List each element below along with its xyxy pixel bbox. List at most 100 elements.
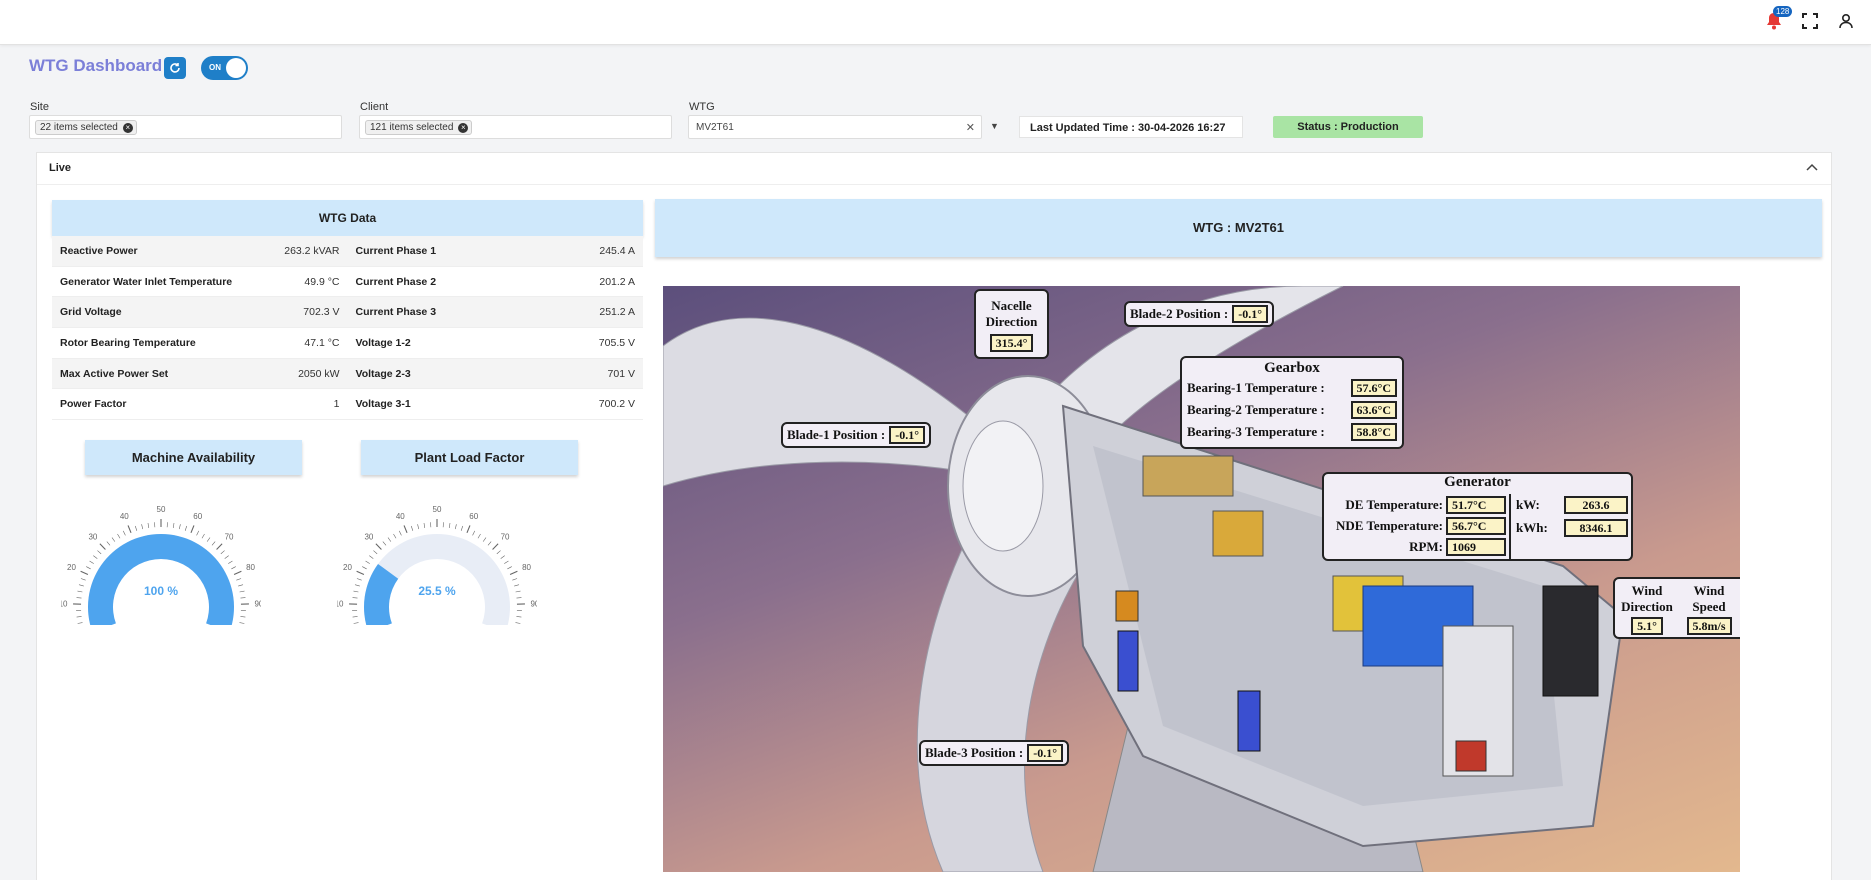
status-badge: Status : Production xyxy=(1273,116,1423,138)
client-chip[interactable]: 121 items selected × xyxy=(365,120,473,135)
gauge-tick xyxy=(398,530,402,536)
gearbox-label: Bearing-2 Temperature : xyxy=(1187,402,1325,417)
site-chip-remove-icon[interactable]: × xyxy=(122,123,133,133)
client-label: Client xyxy=(360,101,389,113)
gearbox-label: Bearing-1 Temperature : xyxy=(1187,380,1325,395)
gauge-tick xyxy=(353,622,359,624)
machine-availability-gauge: 0102030405060708090100 xyxy=(61,505,261,625)
gearbox-title: Gearbox xyxy=(1264,360,1320,376)
gauge-tick xyxy=(224,555,229,559)
blade-1-value: -0.1° xyxy=(889,426,926,444)
page-title: WTG Dashboard xyxy=(29,56,163,75)
client-select[interactable]: 121 items selected × xyxy=(359,115,672,139)
gearbox-value: 63.6°C xyxy=(1350,401,1397,419)
wind-speed-label-2: Speed xyxy=(1692,599,1726,614)
gauge-tick xyxy=(141,524,144,530)
gauge-tick xyxy=(411,525,414,531)
param-value: 701 V xyxy=(607,367,635,380)
wtg-select[interactable]: MV2T61 ✕ xyxy=(688,115,982,139)
gauge-tick xyxy=(482,537,487,542)
table-row: Generator Water Inlet Temperature 49.9 °C… xyxy=(52,267,643,298)
param-name: Voltage 1-2 xyxy=(355,336,411,349)
gauge-tick xyxy=(220,550,225,555)
gearbox-value: 57.6°C xyxy=(1350,379,1397,397)
site-label: Site xyxy=(30,101,49,113)
gauge-tick-label: 80 xyxy=(246,563,255,572)
gauge-tick-label: 50 xyxy=(157,505,166,514)
plant-load-factor-gauge: 0102030405060708090100 xyxy=(337,505,537,625)
site-chip[interactable]: 22 items selected × xyxy=(35,120,137,135)
blade-2-value: -0.1° xyxy=(1232,305,1269,323)
gauge-tick xyxy=(454,524,457,530)
gauge-tick-label: 40 xyxy=(120,512,129,521)
wtg-view-header: WTG : MV2T61 xyxy=(655,199,1822,257)
generator-box: Generator DE Temperature: 51.7°C NDE Temp… xyxy=(1322,472,1633,561)
generator-divider xyxy=(1509,494,1511,561)
client-chip-remove-icon[interactable]: × xyxy=(458,123,469,133)
gauge-tick xyxy=(190,525,195,534)
gauge-tick-label: 90 xyxy=(254,600,261,609)
gauge-tick xyxy=(77,622,83,624)
wtg-select-value: MV2T61 xyxy=(696,122,734,133)
fullscreen-icon[interactable] xyxy=(1799,10,1821,32)
user-icon[interactable] xyxy=(1835,10,1857,32)
gauge-tick xyxy=(515,622,521,624)
gauge-tick xyxy=(448,522,451,528)
notification-bell-icon[interactable]: 128 xyxy=(1763,6,1793,32)
gauge-tick-label: 70 xyxy=(501,533,510,542)
gauge-tick xyxy=(500,555,505,559)
gauge-tick xyxy=(509,570,518,575)
gauge-tick xyxy=(369,555,374,559)
table-row: Grid Voltage 702.3 V Current Phase 3 251.2… xyxy=(52,297,643,329)
live-toggle[interactable]: ON xyxy=(201,56,248,80)
generator-value: 51.7°C xyxy=(1446,496,1506,514)
nacelle-direction-box: Nacelle Direction 315.4° xyxy=(974,289,1049,359)
gauge-tick xyxy=(206,537,211,542)
wind-speed-label-1: Wind xyxy=(1693,583,1725,598)
wind-speed-value: 5.8m/s xyxy=(1686,617,1732,635)
gauge-tick xyxy=(477,533,481,539)
gauge-tick xyxy=(504,560,509,564)
gauge-tick xyxy=(352,616,358,618)
gauge-tick xyxy=(106,541,111,546)
nacelle-label-line1: Nacelle xyxy=(991,298,1032,313)
generator-label: kWh: xyxy=(1516,520,1548,535)
wtg-clear-icon[interactable]: ✕ xyxy=(966,121,975,134)
gauge-tick xyxy=(147,522,150,528)
notification-count-badge: 128 xyxy=(1773,6,1793,17)
refresh-button[interactable] xyxy=(164,57,186,79)
machine-availability-value: 100 % xyxy=(143,584,179,598)
wtg-label: WTG xyxy=(689,101,715,113)
param-name: Rotor Bearing Temperature xyxy=(60,336,196,349)
gauge-tick xyxy=(373,550,378,555)
chevron-up-icon[interactable] xyxy=(1805,161,1819,175)
param-name: Grid Voltage xyxy=(60,306,122,319)
gauge-tick xyxy=(80,578,86,581)
generator-label: NDE Temperature: xyxy=(1335,518,1443,533)
gauge-tick xyxy=(507,566,512,570)
param-name: Voltage 2-3 xyxy=(355,367,411,380)
gauge-tick xyxy=(111,537,116,542)
param-value: 245.4 A xyxy=(599,244,635,257)
gearbox-box: Gearbox Bearing-1 Temperature : 57.6°C B… xyxy=(1180,356,1404,449)
site-select[interactable]: 22 items selected × xyxy=(29,115,342,139)
gauge-tick xyxy=(211,541,216,546)
gauge-tick-label: 30 xyxy=(364,533,373,542)
param-name: Current Phase 3 xyxy=(355,306,437,319)
wtg-dropdown-caret-icon[interactable]: ▼ xyxy=(990,121,999,131)
gauge-tick xyxy=(122,530,126,536)
gauge-tick xyxy=(492,543,499,550)
gauge-tick-label: 20 xyxy=(67,563,76,572)
blade-3-value: -0.1° xyxy=(1027,744,1064,762)
param-value: 705.5 V xyxy=(598,336,635,349)
gauge-tick xyxy=(403,525,408,534)
gauge-tick xyxy=(460,525,463,531)
gauge-tick xyxy=(231,566,236,570)
gauge-tick-label: 20 xyxy=(343,563,352,572)
gauge-tick xyxy=(127,525,132,534)
gauge-tick xyxy=(228,560,233,564)
turbine-nacelle-illustration: Nacelle Direction 315.4° Blade-2 Positio… xyxy=(663,286,1740,872)
param-value: 47.1 °C xyxy=(304,336,340,349)
gauge-tick-label: 60 xyxy=(469,512,478,521)
live-panel-header[interactable]: Live xyxy=(37,153,1831,185)
